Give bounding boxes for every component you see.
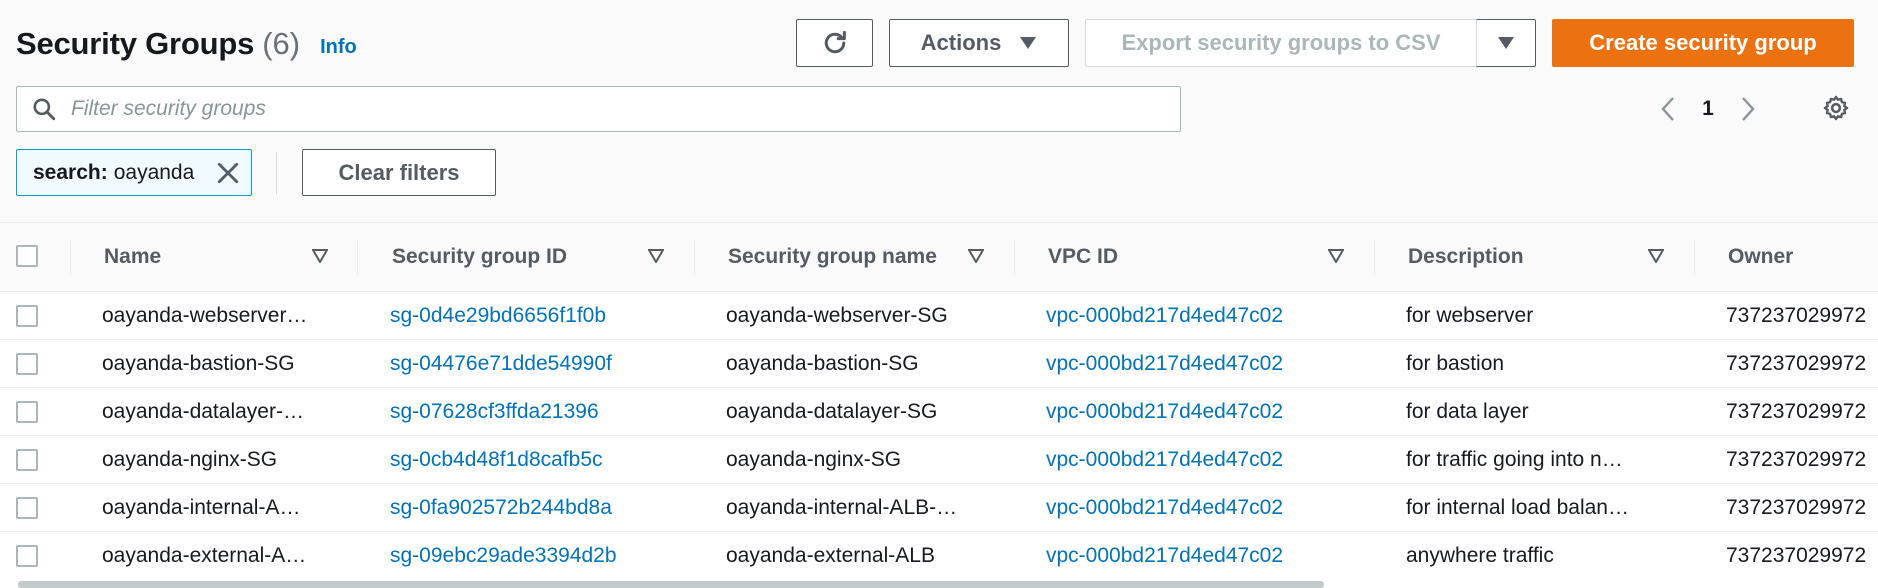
item-count: (6) (262, 26, 301, 61)
column-header-vpc-id[interactable]: VPC ID (1048, 245, 1118, 269)
column-divider (694, 241, 695, 275)
refresh-icon (824, 30, 846, 54)
info-link[interactable]: Info (320, 36, 357, 59)
search-input[interactable] (71, 97, 1131, 121)
column-divider (1374, 241, 1375, 275)
actions-dropdown[interactable]: Actions (889, 19, 1069, 67)
export-csv-label: Export security groups to CSV (1121, 30, 1441, 55)
cell-owner: 737237029972 (1726, 352, 1867, 375)
cell-sg-name: oayanda-internal-ALB-… (726, 496, 958, 519)
cell-name: oayanda-external-A… (102, 544, 307, 567)
cell-description: for data layer (1406, 400, 1529, 423)
table-header: Name Security group ID Security group na… (0, 223, 1878, 292)
cell-vpc-id[interactable]: vpc-000bd217d4ed47c02 (1046, 352, 1283, 376)
table-row[interactable]: oayanda-nginx-SG sg-0cb4d48f1d8cafb5c oa… (0, 436, 1878, 484)
security-groups-table: Name Security group ID Security group na… (0, 222, 1878, 588)
cell-name: oayanda-webserver… (102, 304, 308, 327)
page-header: Security Groups (6) Info (16, 22, 357, 66)
table-row[interactable]: oayanda-bastion-SG sg-04476e71dde54990f … (0, 340, 1878, 388)
cell-owner: 737237029972 (1726, 496, 1867, 519)
horizontal-scrollbar[interactable] (18, 581, 1324, 588)
sort-icon[interactable] (648, 249, 664, 263)
cell-description: for bastion (1406, 352, 1505, 375)
row-checkbox[interactable] (16, 401, 38, 423)
cell-owner: 737237029972 (1726, 544, 1867, 567)
refresh-button[interactable] (796, 19, 873, 67)
cell-description: for internal load balan… (1406, 496, 1629, 519)
row-checkbox[interactable] (16, 353, 38, 375)
cell-vpc-id[interactable]: vpc-000bd217d4ed47c02 (1046, 448, 1283, 472)
column-header-sg-id[interactable]: Security group ID (392, 245, 567, 269)
cell-description: anywhere traffic (1406, 544, 1554, 567)
chevron-left-icon[interactable] (1648, 96, 1688, 122)
table-row[interactable]: oayanda-webserver… sg-0d4e29bd6656f1f0b … (0, 292, 1878, 340)
clear-filters-label: Clear filters (338, 159, 460, 185)
column-divider (1694, 241, 1695, 275)
search-icon (31, 96, 57, 122)
cell-sg-id[interactable]: sg-0d4e29bd6656f1f0b (390, 304, 606, 328)
cell-name: oayanda-bastion-SG (102, 352, 295, 375)
cell-sg-id[interactable]: sg-07628cf3ffda21396 (390, 400, 599, 424)
cell-name: oayanda-datalayer-… (102, 400, 304, 423)
column-divider (1014, 241, 1015, 275)
cell-owner: 737237029972 (1726, 448, 1867, 471)
caret-down-icon (1020, 37, 1037, 49)
cell-sg-name: oayanda-datalayer-SG (726, 400, 938, 423)
cell-sg-id[interactable]: sg-0fa902572b244bd8a (390, 496, 612, 520)
pagination: 1 (1648, 88, 1768, 130)
table-row[interactable]: oayanda-internal-A… sg-0fa902572b244bd8a… (0, 484, 1878, 532)
sort-icon[interactable] (1328, 249, 1344, 263)
clear-filters-button[interactable]: Clear filters (302, 149, 496, 196)
export-csv-button[interactable]: Export security groups to CSV (1085, 19, 1477, 67)
current-page[interactable]: 1 (1688, 97, 1728, 121)
sort-icon[interactable] (312, 249, 328, 263)
row-checkbox[interactable] (16, 305, 38, 327)
row-checkbox[interactable] (16, 497, 38, 519)
page-title: Security Groups (16, 26, 255, 61)
filter-token: search: oayanda (16, 149, 252, 196)
cell-owner: 737237029972 (1726, 304, 1867, 327)
cell-sg-name: oayanda-bastion-SG (726, 352, 919, 375)
caret-down-icon (1498, 37, 1514, 49)
cell-sg-id[interactable]: sg-04476e71dde54990f (390, 352, 612, 376)
cell-sg-name: oayanda-external-ALB (726, 544, 935, 567)
gear-icon[interactable] (1822, 94, 1850, 122)
sort-icon[interactable] (968, 249, 984, 263)
cell-name: oayanda-nginx-SG (102, 448, 278, 471)
close-icon[interactable] (215, 160, 241, 186)
cell-name: oayanda-internal-A… (102, 496, 301, 519)
cell-sg-id[interactable]: sg-09ebc29ade3394d2b (390, 544, 617, 568)
create-security-group-button[interactable]: Create security group (1552, 19, 1854, 67)
create-security-group-label: Create security group (1589, 30, 1817, 55)
divider (276, 152, 277, 194)
cell-vpc-id[interactable]: vpc-000bd217d4ed47c02 (1046, 304, 1283, 328)
cell-sg-name: oayanda-nginx-SG (726, 448, 902, 471)
cell-sg-id[interactable]: sg-0cb4d48f1d8cafb5c (390, 448, 603, 472)
column-header-name[interactable]: Name (104, 245, 161, 269)
actions-label: Actions (920, 30, 1002, 55)
table-row[interactable]: oayanda-datalayer-… sg-07628cf3ffda21396… (0, 388, 1878, 436)
column-header-owner[interactable]: Owner (1728, 245, 1793, 269)
sort-icon[interactable] (1648, 249, 1664, 263)
cell-vpc-id[interactable]: vpc-000bd217d4ed47c02 (1046, 544, 1283, 568)
row-checkbox[interactable] (16, 545, 38, 567)
cell-description: for traffic going into n… (1406, 448, 1623, 471)
cell-description: for webserver (1406, 304, 1534, 327)
chevron-right-icon[interactable] (1728, 96, 1768, 122)
cell-sg-name: oayanda-webserver-SG (726, 304, 948, 327)
filter-token-value: oayanda (113, 160, 195, 184)
column-divider (70, 241, 71, 275)
table-row[interactable]: oayanda-external-A… sg-09ebc29ade3394d2b… (0, 532, 1878, 580)
column-header-sg-name[interactable]: Security group name (728, 245, 937, 269)
column-header-description[interactable]: Description (1408, 245, 1524, 269)
row-checkbox[interactable] (16, 449, 38, 471)
export-dropdown-button[interactable] (1476, 19, 1536, 67)
filter-search-box[interactable] (16, 86, 1181, 132)
cell-owner: 737237029972 (1726, 400, 1867, 423)
column-divider (357, 241, 358, 275)
select-all-checkbox[interactable] (16, 245, 38, 267)
filter-token-label: search: (33, 160, 108, 184)
cell-vpc-id[interactable]: vpc-000bd217d4ed47c02 (1046, 496, 1283, 520)
cell-vpc-id[interactable]: vpc-000bd217d4ed47c02 (1046, 400, 1283, 424)
